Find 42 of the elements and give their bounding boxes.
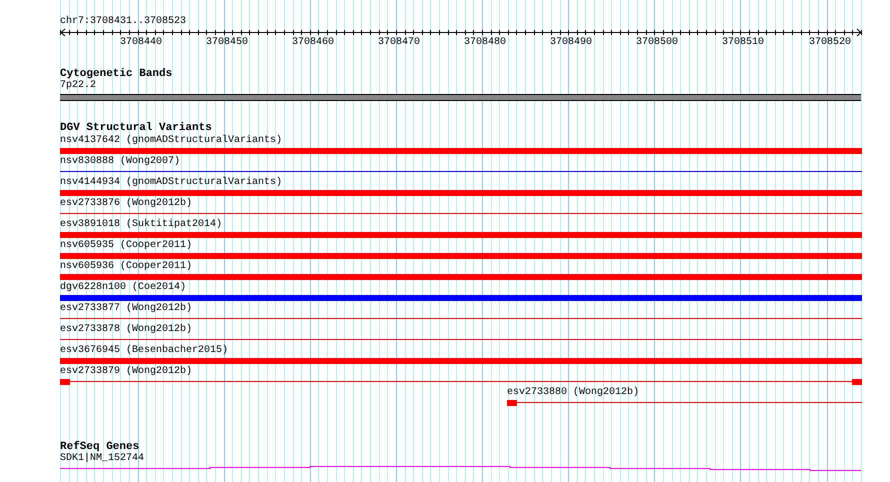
variant-bar[interactable]	[60, 148, 862, 154]
variant-label: nsv605935 (Cooper2011)	[60, 240, 192, 252]
variant-block[interactable]	[60, 379, 70, 385]
variant-bar[interactable]	[60, 274, 862, 280]
band-label: 7p22.2	[60, 80, 96, 91]
variant-label: esv3891018 (Suktitipat2014)	[60, 219, 222, 231]
tick-label: 3708510	[722, 37, 764, 49]
tick-label: 3708440	[120, 37, 162, 49]
chromosome-band[interactable]	[60, 94, 861, 101]
tick-label: 3708450	[206, 37, 248, 49]
variant-bar[interactable]	[60, 253, 862, 259]
gene-line-drawing[interactable]	[60, 466, 862, 474]
variant-line[interactable]	[517, 402, 862, 403]
variant-label: nsv830888 (Wong2007)	[60, 156, 180, 168]
track-title: Cytogenetic Bands	[60, 68, 172, 80]
variant-label: nsv4144934 (gnomADStructuralVariants)	[60, 177, 282, 189]
variant-label: nsv4137642 (gnomADStructuralVariants)	[60, 135, 282, 147]
track-title: RefSeq Genes	[60, 441, 140, 453]
variant-label: esv2733877 (Wong2012b)	[60, 303, 192, 315]
variant-block[interactable]	[852, 379, 862, 385]
variant-label: esv2733876 (Wong2012b)	[60, 198, 192, 210]
location-label: chr7:3708431..3708523	[60, 16, 186, 28]
tick-label: 3708470	[378, 37, 420, 49]
variant-bar[interactable]	[60, 232, 862, 238]
gene-label: SDK1|NM_152744	[60, 453, 144, 464]
variant-bar[interactable]	[60, 190, 862, 196]
tick-label: 3708490	[550, 37, 592, 49]
variant-label: esv2733879 (Wong2012b)	[60, 366, 192, 378]
variant-block[interactable]	[507, 400, 517, 406]
variant-label: esv3676945 (Besenbacher2015)	[60, 345, 228, 357]
variant-label: esv2733880 (Wong2012b)	[507, 387, 640, 399]
tick-label: 3708500	[636, 37, 678, 49]
variant-bar[interactable]	[60, 295, 862, 301]
variant-label: dgv6228n100 (Coe2014)	[60, 282, 186, 294]
tick-label: 3708480	[464, 37, 506, 49]
track-title: DGV Structural Variants	[60, 122, 212, 134]
variant-line[interactable]	[70, 381, 852, 382]
tick-label: 3708520	[809, 37, 851, 49]
variant-label: nsv605936 (Cooper2011)	[60, 261, 192, 273]
tick-label: 3708460	[292, 37, 334, 49]
variant-bar[interactable]	[60, 358, 862, 364]
variant-label: esv2733878 (Wong2012b)	[60, 324, 192, 336]
